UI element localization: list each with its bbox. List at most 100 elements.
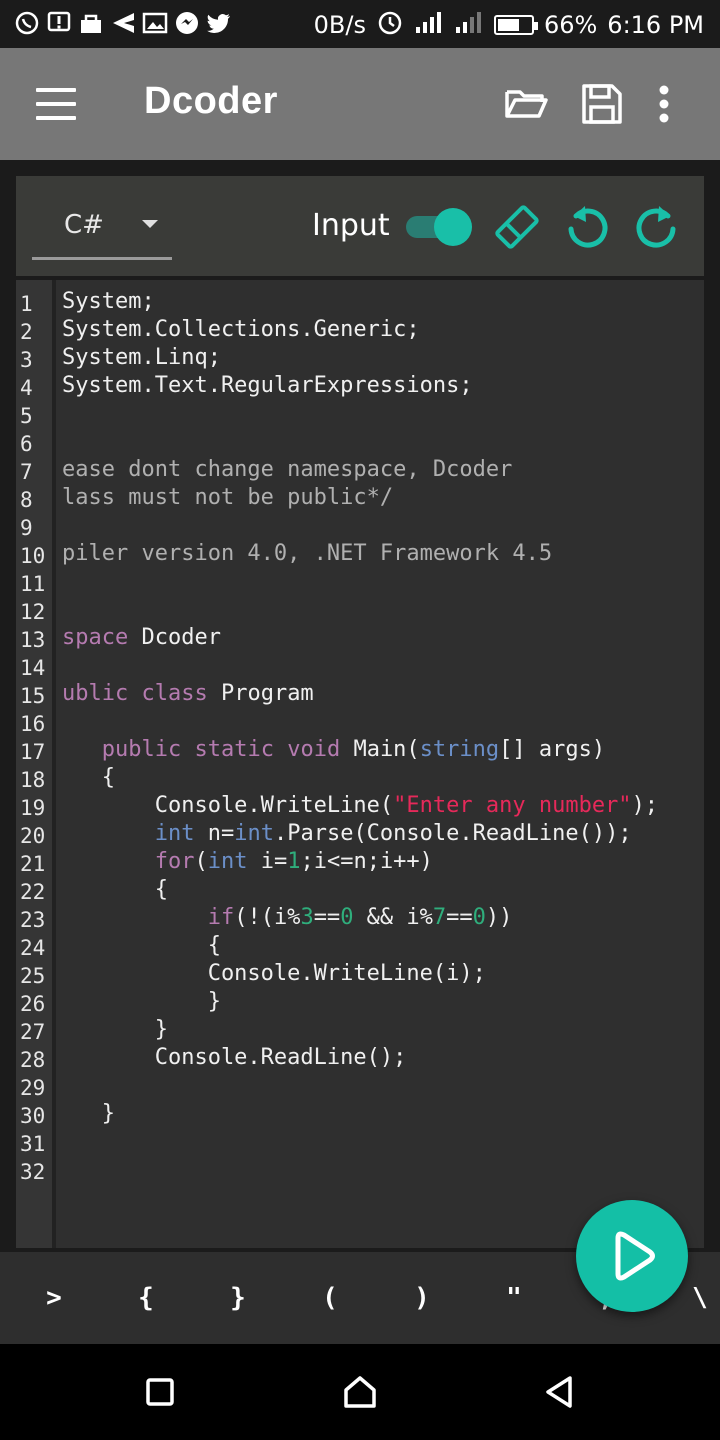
- code-line-25: Console.WriteLine(i);: [62, 961, 486, 986]
- line-number: 30: [20, 1104, 46, 1128]
- key-close-paren[interactable]: ): [392, 1276, 452, 1320]
- back-icon[interactable]: [540, 1372, 580, 1412]
- undo-icon[interactable]: [560, 200, 614, 254]
- line-number: 21: [20, 852, 46, 876]
- line-number: 24: [20, 936, 46, 960]
- line-number: 13: [20, 628, 46, 652]
- folder-open-icon[interactable]: [502, 80, 550, 128]
- code-line-10: piler version 4.0, .NET Framework 4.5: [62, 541, 553, 566]
- play-icon: [615, 1231, 655, 1281]
- app-title: Dcoder: [144, 80, 278, 122]
- line-number: 6: [20, 432, 33, 456]
- alert-icon: [46, 10, 72, 36]
- line-number: 22: [20, 880, 46, 904]
- line-number: 25: [20, 964, 46, 988]
- input-label: Input: [312, 208, 390, 243]
- key-close-brace[interactable]: }: [208, 1276, 268, 1320]
- bag-icon: [78, 10, 104, 36]
- line-number: 2: [20, 320, 33, 344]
- input-toggle[interactable]: [406, 208, 472, 246]
- battery-icon: [493, 15, 538, 35]
- line-number: 16: [20, 712, 46, 736]
- signal-icon-2: [454, 9, 484, 41]
- net-speed: 0B/s: [313, 11, 366, 39]
- code-block[interactable]: System; System.Collections.Generic; Syst…: [62, 288, 702, 1128]
- key-greater-than[interactable]: >: [24, 1276, 84, 1320]
- redo-icon[interactable]: [630, 200, 684, 254]
- run-button[interactable]: [576, 1200, 688, 1312]
- code-line-30: }: [62, 1101, 115, 1126]
- recents-square-icon[interactable]: [140, 1372, 180, 1412]
- code-line-26: }: [62, 989, 221, 1014]
- code-line-20: int n=int.Parse(Console.ReadLine());: [154, 821, 632, 846]
- line-number-gutter: 1 2 3 4 5 6 7 8 9 10 11 12 13 14 15 16 17 18 19 20 21 22 23 24 2…: [16, 280, 56, 1248]
- line-number: 27: [20, 1020, 46, 1044]
- code-editor[interactable]: 1 2 3 4 5 6 7 8 9 10 11 12 13 14 15 16 17 18 19 20 21 22 23 24 2…: [16, 280, 704, 1248]
- line-number: 18: [20, 768, 46, 792]
- line-number: 12: [20, 600, 46, 624]
- caret-down-icon: [142, 220, 158, 228]
- line-number: 9: [20, 516, 33, 540]
- code-text[interactable]: System; System.Collections.Generic; Syst…: [62, 288, 702, 1238]
- language-select[interactable]: C#: [32, 196, 172, 260]
- key-open-paren[interactable]: (: [300, 1276, 360, 1320]
- battery-percent: 66%: [543, 11, 598, 39]
- editor-toolbar: C# Input: [16, 176, 704, 276]
- code-line-8: lass must not be public*/: [62, 485, 394, 510]
- line-number: 32: [20, 1160, 46, 1184]
- code-line-2: System.Collections.Generic;: [62, 317, 420, 342]
- line-number: 7: [20, 460, 33, 484]
- line-number: 8: [20, 488, 33, 512]
- line-number: 14: [20, 656, 46, 680]
- app-bar: Dcoder: [0, 48, 720, 160]
- line-number: 15: [20, 684, 46, 708]
- toggle-knob: [434, 208, 472, 246]
- line-number: 3: [20, 348, 33, 372]
- menu-icon[interactable]: [36, 88, 76, 120]
- line-number: 10: [20, 544, 46, 568]
- image-icon: [142, 10, 168, 36]
- line-number: 17: [20, 740, 46, 764]
- code-line-24: {: [62, 933, 221, 958]
- code-line-19: Console.WriteLine("Enter any number");: [62, 793, 659, 818]
- line-number: 19: [20, 796, 46, 820]
- line-number: 5: [20, 404, 33, 428]
- save-icon[interactable]: [578, 80, 626, 128]
- code-line-18: {: [62, 765, 115, 790]
- more-vert-icon[interactable]: [652, 80, 676, 128]
- line-number: 23: [20, 908, 46, 932]
- code-line-21: for(int i=1;i<=n;i++): [154, 849, 433, 874]
- code-line-22: {: [62, 877, 168, 902]
- twitter-icon: [206, 10, 232, 36]
- chat-icon: [174, 10, 200, 36]
- code-line-23: if(!(i%3==0 && i%7==0)): [207, 905, 513, 930]
- code-line-28: Console.ReadLine();: [62, 1045, 407, 1070]
- whatsapp-icon: [14, 10, 40, 36]
- code-line-7: ease dont change namespace, Dcoder: [62, 457, 513, 482]
- send-icon: [110, 10, 136, 36]
- key-open-brace[interactable]: {: [116, 1276, 176, 1320]
- signal-icon: [414, 9, 444, 41]
- code-line-3: System.Linq;: [62, 345, 221, 370]
- status-right: 0B/s 66% 6:16 PM: [314, 8, 704, 42]
- line-number: 11: [20, 572, 46, 596]
- battery-fill: [497, 19, 520, 31]
- status-bar: 0B/s 66% 6:16 PM: [0, 0, 720, 48]
- code-line-27: }: [62, 1017, 168, 1042]
- code-line-4: System.Text.RegularExpressions;: [62, 373, 473, 398]
- line-number: 29: [20, 1076, 46, 1100]
- home-icon[interactable]: [340, 1372, 380, 1412]
- line-number: 1: [20, 292, 33, 316]
- code-line-1: System;: [62, 289, 155, 314]
- eraser-icon[interactable]: [490, 200, 544, 254]
- clock: 6:16 PM: [607, 11, 704, 39]
- line-number: 26: [20, 992, 46, 1016]
- code-line-15: ublic class Program: [62, 681, 314, 706]
- alarm-icon: [376, 8, 404, 42]
- line-number: 28: [20, 1048, 46, 1072]
- code-line-17: public static void Main(string[] args): [101, 737, 606, 762]
- key-double-quote[interactable]: ": [484, 1276, 544, 1320]
- line-number: 4: [20, 376, 33, 400]
- notification-icons: [14, 10, 232, 36]
- line-number: 31: [20, 1132, 46, 1156]
